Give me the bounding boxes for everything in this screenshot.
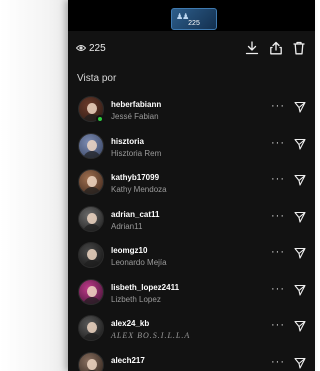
viewer-username[interactable]: kathyb17099 xyxy=(111,173,159,182)
views-count: 225 xyxy=(89,43,106,54)
avatar-face xyxy=(87,358,97,370)
avatar-face xyxy=(87,139,97,151)
send-message-icon[interactable] xyxy=(294,211,306,223)
more-options-icon[interactable]: ··· xyxy=(271,319,285,331)
viewer-row[interactable]: heberfabiann Jessé Fabian ··· xyxy=(68,94,315,129)
viewer-fullname: Kathy Mendoza xyxy=(111,185,167,194)
viewer-fullname: Hisztoria Rem xyxy=(111,148,162,158)
eye-icon xyxy=(76,45,86,51)
viewer-fullname: Lizbeth Lopez xyxy=(111,294,161,304)
viewer-fullname: Adrian11 xyxy=(111,221,143,231)
viewers-header: 225 xyxy=(68,31,315,64)
avatar[interactable] xyxy=(78,242,104,268)
more-options-icon[interactable]: ··· xyxy=(271,283,285,295)
avatar-body xyxy=(83,260,101,267)
avatar[interactable] xyxy=(78,278,104,305)
avatar-face xyxy=(87,103,97,114)
send-message-icon[interactable] xyxy=(294,174,306,186)
background-left xyxy=(0,0,68,371)
more-options-icon[interactable]: ··· xyxy=(271,100,285,112)
story-thumbnail[interactable]: ♟♟ 225 xyxy=(171,8,217,30)
avatar-body xyxy=(83,296,101,304)
avatar-body xyxy=(83,150,101,158)
viewer-username[interactable]: alex24_kb xyxy=(111,319,149,328)
send-message-icon[interactable] xyxy=(294,247,306,259)
viewer-username[interactable]: heberfabiann xyxy=(111,100,161,109)
avatar[interactable] xyxy=(78,351,104,371)
viewer-row[interactable]: leomgz10 Leonardo Mejía ··· xyxy=(68,240,315,275)
story-viewers-panel: ♟♟ 225 225 Vista por heberfabiann Jessé F… xyxy=(68,0,315,371)
section-title: Vista por xyxy=(77,73,117,84)
avatar-body xyxy=(83,223,101,231)
avatar-face xyxy=(87,249,97,260)
story-thumb-count: 225 xyxy=(188,20,200,27)
viewer-username[interactable]: hisztoria xyxy=(111,137,144,146)
avatar[interactable] xyxy=(78,315,104,341)
trash-icon[interactable] xyxy=(292,41,306,55)
more-options-icon[interactable]: ··· xyxy=(271,173,285,185)
viewer-username[interactable]: alech217 xyxy=(111,356,145,365)
viewer-row[interactable]: adrian_cat11 Adrian11 ··· xyxy=(68,204,315,239)
viewer-username[interactable]: leomgz10 xyxy=(111,246,147,255)
send-message-icon[interactable] xyxy=(294,320,306,332)
viewer-fullname: Jessé Fabian xyxy=(111,112,159,121)
avatar[interactable] xyxy=(78,132,104,159)
viewer-username[interactable]: lisbeth_lopez2411 xyxy=(111,283,179,292)
send-message-icon[interactable] xyxy=(294,357,306,369)
viewer-row[interactable]: kathyb17099 Kathy Mendoza ··· xyxy=(68,167,315,202)
avatar-face xyxy=(87,176,97,187)
viewer-row[interactable]: lisbeth_lopez2411 Lizbeth Lopez ··· xyxy=(68,277,315,312)
avatar-body xyxy=(83,333,101,340)
more-options-icon[interactable]: ··· xyxy=(271,246,285,258)
avatar-body xyxy=(83,187,101,194)
viewer-fullname: Leonardo Mejía xyxy=(111,258,167,267)
share-icon[interactable] xyxy=(269,41,283,55)
send-message-icon[interactable] xyxy=(294,138,306,150)
download-icon[interactable] xyxy=(245,41,259,55)
avatar[interactable] xyxy=(78,169,104,195)
avatar-face xyxy=(87,212,97,224)
avatar-face xyxy=(87,322,97,333)
send-message-icon[interactable] xyxy=(294,101,306,113)
more-options-icon[interactable]: ··· xyxy=(271,137,285,149)
send-message-icon[interactable] xyxy=(294,284,306,296)
viewer-fullname: ALEX BO.S.I.L.L.A xyxy=(111,331,191,340)
more-options-icon[interactable]: ··· xyxy=(271,210,285,222)
more-options-icon[interactable]: ··· xyxy=(271,356,285,368)
story-strip: ♟♟ 225 xyxy=(68,0,315,31)
online-status-dot xyxy=(96,115,104,123)
viewer-row[interactable]: alex24_kb ALEX BO.S.I.L.L.A ··· xyxy=(68,313,315,348)
viewer-username[interactable]: adrian_cat11 xyxy=(111,210,159,219)
avatar-face xyxy=(87,285,97,297)
avatar[interactable] xyxy=(78,205,104,232)
viewer-row[interactable]: alech217 ··· xyxy=(68,350,315,371)
viewer-row[interactable]: hisztoria Hisztoria Rem ··· xyxy=(68,131,315,166)
